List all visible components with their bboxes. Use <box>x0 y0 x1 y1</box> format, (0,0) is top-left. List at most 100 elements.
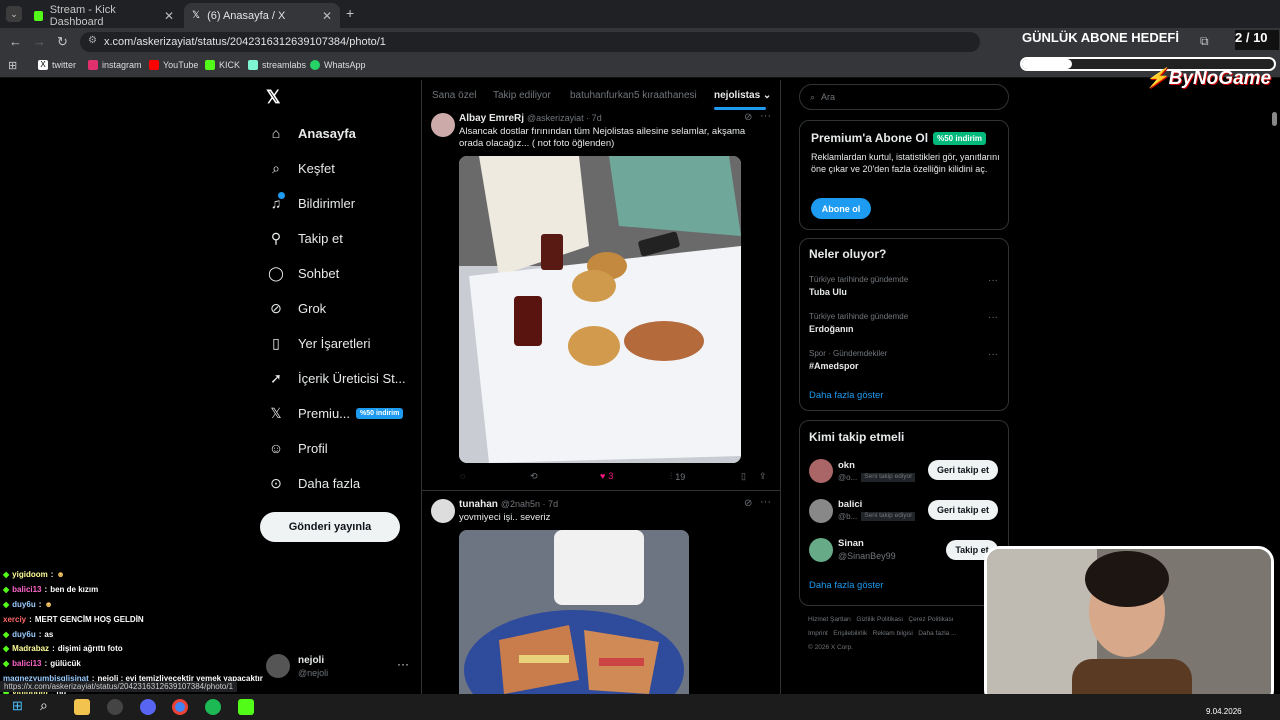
trend-item[interactable]: Türkiye tarihinde gündemde Tuba Ulu <box>809 275 908 297</box>
tab-kick-dashboard[interactable]: Stream - Kick Dashboard ✕ <box>26 3 182 28</box>
more-icon[interactable]: ··· <box>760 110 771 122</box>
nav-chat[interactable]: ◯ Sohbet <box>268 265 339 281</box>
grok-icon[interactable]: ⊘ <box>744 112 752 123</box>
nav-explore[interactable]: ⌕ Keşfet <box>268 160 335 176</box>
footer-link[interactable]: Reklam bilgisi <box>873 630 913 637</box>
repost-button[interactable]: ⟲ <box>530 471 538 482</box>
tab-for-you[interactable]: Sana özel <box>432 90 476 101</box>
tab-search-button[interactable]: ⌄ <box>6 6 22 22</box>
bookmark-button[interactable]: ▯ <box>741 471 746 482</box>
trend-item[interactable]: Spor · Gündemdekiler #Amedspor <box>809 349 887 371</box>
like-button[interactable]: ♥ 3 <box>600 471 613 481</box>
bookmark-whatsapp[interactable]: WhatsApp <box>310 60 366 70</box>
spotify-icon[interactable] <box>205 699 221 715</box>
follow-back-button[interactable]: Geri takip et <box>928 500 998 520</box>
new-tab-button[interactable]: + <box>346 5 354 21</box>
tab-nejolistas[interactable]: nejolistas ⌄ <box>714 90 771 101</box>
nav-follow[interactable]: ⚲ Takip et <box>268 230 343 246</box>
follow-suggestion-name[interactable]: Sinan <box>838 538 864 549</box>
nav-grok[interactable]: ⊘ Grok <box>268 300 326 316</box>
footer-link[interactable]: Gizlilik Politikası <box>856 616 903 623</box>
follow-suggestion-handle: @b... Seni takip ediyor <box>838 512 916 521</box>
bookmark-twitter[interactable]: Xtwitter <box>38 60 76 70</box>
more-icon[interactable]: ··· <box>760 496 771 508</box>
discord-icon[interactable] <box>140 699 156 715</box>
more-icon[interactable]: ··· <box>988 312 998 323</box>
reload-icon[interactable]: ↻ <box>57 34 68 50</box>
emoji-icon: ☻ <box>44 600 53 609</box>
follow-suggestion-name[interactable]: balici <box>838 499 862 510</box>
more-icon[interactable]: ··· <box>988 275 998 286</box>
reply-button[interactable]: ◌ <box>460 471 465 481</box>
x-logo-icon[interactable]: 𝕏 <box>266 87 281 108</box>
footer-link[interactable]: Hizmet Şartları <box>808 616 851 623</box>
back-icon[interactable]: ← <box>9 34 22 49</box>
home-icon: ⌂ <box>271 125 281 141</box>
show-more-trends-link[interactable]: Daha fazla göster <box>809 390 883 401</box>
file-explorer-icon[interactable] <box>74 699 90 715</box>
tweet-photo[interactable] <box>459 156 741 463</box>
url-bar[interactable]: ⚙ x.com/askerizayiat/status/204231631263… <box>80 32 980 52</box>
post-button[interactable]: Gönderi yayınla <box>260 512 400 542</box>
windows-start-icon[interactable]: ⊞ <box>12 698 23 714</box>
follow-suggestion-name[interactable]: okn <box>838 460 855 471</box>
browser-tab-strip: ⌄ Stream - Kick Dashboard ✕ 𝕏 (6) Anasay… <box>0 0 1280 28</box>
bookmark-kick[interactable]: KICK <box>205 60 240 70</box>
subscribe-button[interactable]: Abone ol <box>811 198 871 219</box>
page-scrollbar-thumb[interactable] <box>1272 112 1277 126</box>
tweet-author-name[interactable]: tunahan <box>459 499 498 510</box>
who-to-follow-card: Kimi takip etmeli okn @o... Seni takip ed… <box>799 420 1009 606</box>
bookmark-streamlabs[interactable]: streamlabs <box>248 60 306 70</box>
taskbar <box>0 694 1280 720</box>
avatar[interactable] <box>809 459 833 483</box>
trend-item[interactable]: Türkiye tarihinde gündemde Erdoğanın <box>809 312 908 334</box>
tweet-author-name[interactable]: Albay EmreRj <box>459 113 524 124</box>
search-input[interactable]: ⌕ Ara <box>799 84 1009 110</box>
footer-link[interactable]: Çerez Politikası <box>908 616 953 623</box>
search-icon[interactable]: ⌕ <box>40 697 48 714</box>
close-icon[interactable]: ✕ <box>322 9 332 23</box>
more-icon[interactable]: ··· <box>988 349 998 360</box>
close-icon[interactable]: ✕ <box>164 9 174 23</box>
youtube-icon <box>149 60 159 70</box>
avatar[interactable] <box>431 113 455 137</box>
extensions-icon[interactable]: ⧉ <box>1200 34 1209 49</box>
tweet-author-handle[interactable]: @2nah5n · 7d <box>501 499 558 509</box>
nav-creator-studio[interactable]: ➚ İçerik Üreticisi St... <box>268 370 406 386</box>
forward-icon[interactable]: → <box>33 34 46 49</box>
trends-card: Neler oluyor? Türkiye tarihinde gündemde… <box>799 238 1009 411</box>
chrome-icon[interactable] <box>172 699 188 715</box>
avatar[interactable] <box>266 654 290 678</box>
avatar[interactable] <box>809 499 833 523</box>
nav-bookmarks[interactable]: ▯ Yer İşaretleri <box>268 335 370 351</box>
grok-icon[interactable]: ⊘ <box>744 498 752 509</box>
nav-more[interactable]: ⊙ Daha fazla <box>268 475 360 491</box>
kick-icon[interactable] <box>238 699 254 715</box>
obs-icon[interactable] <box>107 699 123 715</box>
bookmark-instagram[interactable]: instagram <box>88 60 142 70</box>
more-icon[interactable]: ··· <box>397 657 409 671</box>
tab-following[interactable]: Takip ediliyor <box>493 90 551 101</box>
site-info-icon[interactable]: ⚙ <box>88 35 97 46</box>
show-more-follows-link[interactable]: Daha fazla göster <box>809 580 883 591</box>
nav-profile[interactable]: ☺ Profil <box>268 440 328 456</box>
tab-list-kiraathanesi[interactable]: batuhanfurkan5 kıraathanesi <box>570 90 697 101</box>
avatar[interactable] <box>431 499 455 523</box>
tweet-author-handle[interactable]: @askerizayiat · 7d <box>527 113 602 123</box>
avatar[interactable] <box>809 538 833 562</box>
share-button[interactable]: ⇪ <box>759 471 767 482</box>
nav-premium[interactable]: 𝕏 Premiu... %50 indirim <box>268 404 404 421</box>
nav-home[interactable]: ⌂ Anasayfa <box>268 125 356 141</box>
apps-grid-icon[interactable]: ⊞ <box>8 59 17 72</box>
footer-link[interactable]: Daha fazla ... <box>918 630 956 637</box>
footer-link[interactable]: Erişilebilirlik <box>833 630 867 637</box>
footer-link[interactable]: Imprint <box>808 630 828 637</box>
follow-back-button[interactable]: Geri takip et <box>928 460 998 480</box>
bookmark-youtube[interactable]: YouTube <box>149 60 198 70</box>
tab-x-home[interactable]: 𝕏 (6) Anasayfa / X ✕ <box>184 3 340 28</box>
x-premium-icon: 𝕏 <box>270 404 282 421</box>
views-button[interactable]: ⫶ 19 <box>670 471 685 482</box>
emoji-icon: ☻ <box>56 570 65 579</box>
nav-notifications[interactable]: ♫ Bildirimler <box>268 192 355 211</box>
tweet-photo[interactable] <box>459 530 689 694</box>
